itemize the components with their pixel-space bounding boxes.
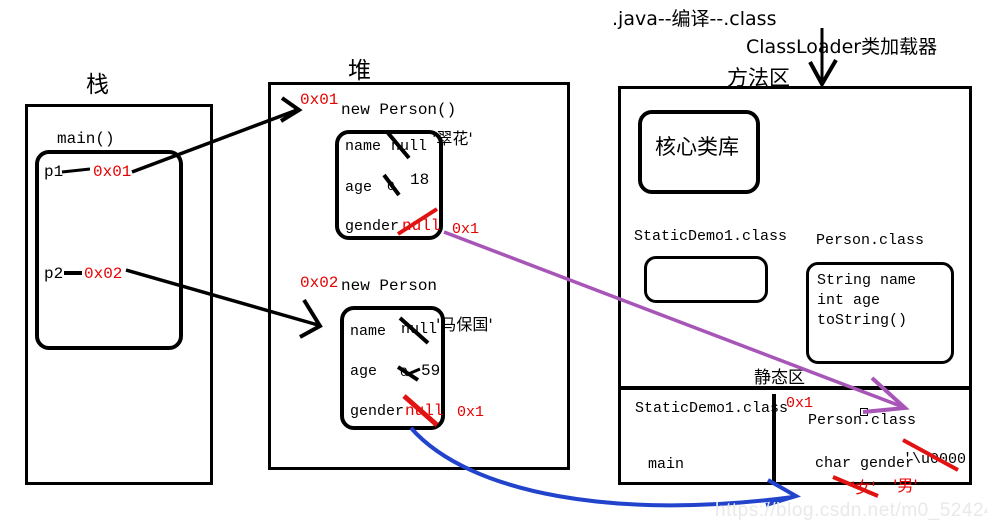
heap-object-1-field-gender-old: null (402, 217, 441, 235)
stack-var-p1-value: 0x01 (93, 163, 132, 181)
core-library-label: 核心类库 (655, 135, 739, 159)
static-area-right-value-initial: '\u0000' (903, 451, 976, 468)
heap-object-2-field-name-new: '马保国' (436, 315, 493, 334)
method-area-person-member-0: String name (817, 272, 917, 289)
heap-object-2-field-age-label: age (350, 363, 378, 380)
static-area-right-value-struck: '女' (851, 478, 876, 497)
method-area-person-member-2: toString() (817, 312, 908, 329)
heap-object-2-field-age-new: 59 (421, 362, 441, 380)
static-area-divider (621, 386, 970, 390)
method-area-person-member-1: int age (817, 292, 881, 309)
heap-object-2-label: new Person (341, 277, 438, 295)
stack-var-p1-name: p1 (44, 163, 64, 181)
static-area-right-field: char gender (815, 455, 915, 472)
heap-object-1-field-name-label: name (345, 138, 382, 155)
heap-title: 堆 (348, 58, 371, 84)
heap-object-1-gender-ref: 0x1 (452, 221, 480, 238)
heap-object-2-field-gender-label: gender (350, 403, 405, 420)
watermark: https://blog.csdn.net/m0_52424915 (715, 500, 987, 521)
stack-title: 栈 (86, 72, 109, 98)
heap-object-2-gender-ref: 0x1 (457, 404, 485, 421)
static-area-right-value-current: '男' (893, 476, 918, 495)
heap-object-1-field-gender-label: gender (345, 218, 400, 235)
heap-object-1-field-name-old: null (391, 138, 428, 155)
heap-object-1-address: 0x01 (300, 91, 339, 109)
method-area-person-label: Person.class (816, 232, 925, 249)
heap-object-1-field-age-old: 0 (387, 179, 395, 194)
static-area-right-address: 0x1 (786, 395, 814, 412)
heap-object-2-field-name-old: null (401, 321, 438, 338)
heap-object-2-field-gender-old: null (405, 402, 444, 420)
method-area-staticdemo-box (644, 256, 768, 303)
compile-note: .java--编译--.class (612, 8, 777, 30)
method-area-staticdemo-label: StaticDemo1.class (634, 228, 788, 245)
stack-var-p2-value: 0x02 (84, 265, 123, 283)
static-area-ref-square-icon (860, 408, 868, 416)
heap-object-2-field-name-label: name (350, 323, 387, 340)
heap-object-1-field-age-new: 18 (410, 171, 430, 189)
heap-object-1-field-name-new: '翠花' (432, 129, 473, 148)
heap-object-1-field-age-label: age (345, 179, 373, 196)
static-area-left-member: main (648, 456, 685, 473)
static-area-left-class: StaticDemo1.class (635, 400, 789, 417)
heap-object-1-label: new Person() (341, 101, 457, 119)
stack-var-p2-name: p2 (44, 265, 64, 283)
stack-frame-label: main() (57, 130, 115, 148)
heap-object-2-address: 0x02 (300, 274, 339, 292)
classloader-note: ClassLoader类加载器 (746, 36, 938, 58)
heap-object-2-field-age-old: 0 (400, 365, 408, 380)
